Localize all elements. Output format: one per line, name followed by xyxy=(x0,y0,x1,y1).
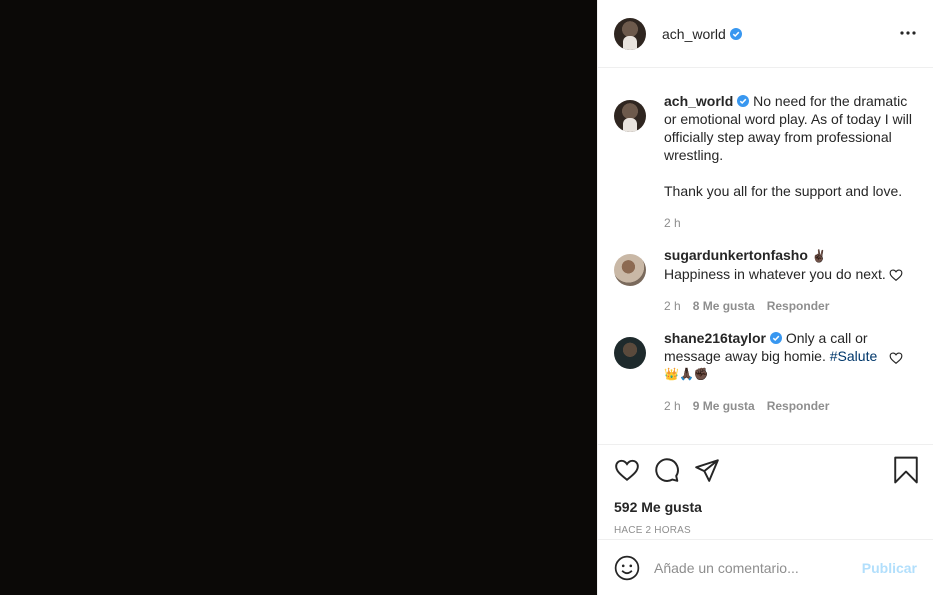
comment-meta: 2 h 9 Me gusta Responder xyxy=(664,397,889,415)
post-image[interactable] xyxy=(0,0,597,595)
comment: sugardunkertonfasho ✌🏿 Happiness in what… xyxy=(614,246,917,315)
post-modal: ach_world ach_world No need for the dram… xyxy=(0,0,933,595)
comment-likes[interactable]: 8 Me gusta xyxy=(693,297,755,315)
comment-heart-icon[interactable] xyxy=(889,268,903,282)
caption-meta: 2 h xyxy=(664,214,917,232)
comment-likes[interactable]: 9 Me gusta xyxy=(693,397,755,415)
header-username[interactable]: ach_world xyxy=(662,26,726,42)
reply-button[interactable]: Responder xyxy=(767,297,830,315)
caption-line-2: Thank you all for the support and love. xyxy=(664,183,903,199)
post-side-panel: ach_world ach_world No need for the dram… xyxy=(597,0,933,595)
comment-input[interactable] xyxy=(654,559,862,576)
verified-badge-icon xyxy=(729,27,742,40)
caption-username[interactable]: ach_world xyxy=(664,93,733,109)
post-header: ach_world xyxy=(598,0,933,68)
avatar[interactable] xyxy=(614,337,646,369)
comment-heart-icon[interactable] xyxy=(889,351,903,365)
avatar[interactable] xyxy=(614,100,646,132)
comment: shane216taylor Only a call or message aw… xyxy=(614,329,917,415)
comment-username[interactable]: shane216taylor xyxy=(664,330,766,346)
verified-badge-icon xyxy=(769,332,782,344)
comments-list[interactable]: ach_world No need for the dramatic or em… xyxy=(598,68,933,444)
post-actions: 592 Me gusta HACE 2 HORAS xyxy=(598,444,933,539)
hashtag-link[interactable]: #Salute xyxy=(830,348,877,364)
bookmark-icon[interactable] xyxy=(893,456,919,484)
comment-time[interactable]: 2 h xyxy=(664,297,681,315)
more-horizontal-icon[interactable] xyxy=(899,24,917,42)
post-timestamp[interactable]: HACE 2 HORAS xyxy=(614,525,917,536)
emoji-icon[interactable] xyxy=(614,555,640,581)
comment-username[interactable]: sugardunkertonfasho xyxy=(664,247,808,263)
caption-text: ach_world No need for the dramatic or em… xyxy=(664,92,917,164)
avatar[interactable] xyxy=(614,17,646,50)
comment-meta: 2 h 8 Me gusta Responder xyxy=(664,297,889,315)
avatar[interactable] xyxy=(614,254,646,286)
comment-time[interactable]: 2 h xyxy=(664,397,681,415)
caption-time[interactable]: 2 h xyxy=(664,214,681,232)
caption: ach_world No need for the dramatic or em… xyxy=(614,84,917,232)
comment-emoji: ✌🏿 xyxy=(811,249,827,263)
comment-icon[interactable] xyxy=(654,457,680,483)
publish-button[interactable]: Publicar xyxy=(862,560,917,576)
reply-button[interactable]: Responder xyxy=(767,397,830,415)
like-count[interactable]: 592 Me gusta xyxy=(614,499,917,515)
heart-icon[interactable] xyxy=(614,457,640,483)
comment-text: Happiness in whatever you do next. xyxy=(664,266,886,282)
share-icon[interactable] xyxy=(694,457,720,483)
verified-badge-icon xyxy=(737,95,750,107)
add-comment-bar: Publicar xyxy=(598,539,933,595)
comment-emojis: 👑🙏🏿✊🏿 xyxy=(664,367,709,381)
